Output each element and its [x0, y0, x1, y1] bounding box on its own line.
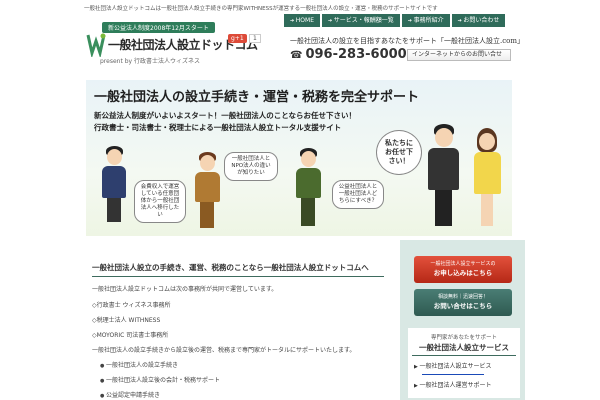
service-box: 専門家があなたをサポート 一般社団法人設立サービス 一般社団法人設立サービス 一… [408, 328, 520, 398]
nav-contact[interactable]: お問い合わせ [451, 14, 506, 27]
site-subtitle: present by 行政書士法人ウィズネス [100, 58, 200, 65]
office-2: ◇税理士法人 WITHNESS [92, 317, 161, 324]
person-man-3 [292, 148, 324, 236]
person-businessman [424, 124, 462, 236]
main-nav: HOME サービス・報酬額一覧 事務所紹介 お問い合わせ [284, 14, 506, 27]
person-woman [470, 128, 504, 236]
bubble-transition: 会費収入で運営している任意団体から一般社団法人へ移行したい [134, 180, 186, 223]
nav-services[interactable]: サービス・報酬額一覧 [321, 14, 400, 27]
content-description: 一般社団法人の設立手続きから設立後の運営、税務まで専門家がトータルにサポートいた… [92, 347, 356, 354]
content-title: 一般社団法人設立の手続き、運営、税務のことなら一般社団法人設立ドットコムへ [92, 262, 384, 277]
launch-badge: 新公益法人制度2008年12月スタート [102, 22, 215, 33]
list-item: 公益認定申請手続き [100, 390, 220, 400]
bubble-public: 公益社団法人と一般社団法人どちらにすべき？ [332, 180, 384, 209]
bubble-npo: 一般社団法人とNPO法人の違いが知りたい [224, 152, 278, 181]
main-content: 一般社団法人設立の手続き、運営、税務のことなら一般社団法人設立ドットコムへ 一般… [86, 248, 391, 400]
office-1: ◇行政書士 ウィズネス事務所 [92, 302, 171, 309]
bubble-leave-to-us: 私たちにお任せ下さい！ [376, 130, 422, 175]
list-item: 一般社団法人の設立手続き [100, 360, 220, 375]
content-intro: 一般社団法人設立ドットコムは次の事務所が共同で運営しています。 [92, 286, 278, 293]
hero-title: 一般社団法人の設立手続き・運営・税務を完全サポート [94, 90, 420, 105]
service-link-1[interactable]: 一般社団法人設立サービス [408, 356, 520, 370]
service-list: 一般社団法人の設立手続き 一般社団法人設立後の会計・税務サポート 公益認定申請手… [100, 360, 220, 400]
phone-number: ☎ 096-283-6000 [290, 47, 407, 62]
contact-button-label: お問い合せはこちら [433, 302, 493, 310]
person-man-1 [100, 146, 128, 236]
hero-banner: 一般社団法人の設立手続き・運営・税務を完全サポート 新公益法人制度がいよいよスタ… [86, 80, 512, 236]
sidebar: 一般社団法人設立サービスの お申し込みはこちら 相談無料｜迅速回答！ お問い合せ… [400, 240, 525, 400]
top-description-bar: 一般社団法人設立ドットコムは一般社団法人設立手続きの専門家WITHNESSが運営… [84, 6, 438, 12]
hero-lines: 新公益法人制度がいよいよスタート！一般社団法人のことならお任せ下さい！ 行政書士… [94, 110, 356, 134]
site-logo[interactable]: 新公益法人制度2008年12月スタート 一般社団法人設立ドットコム presen… [86, 22, 276, 68]
phone-icon: ☎ [290, 50, 303, 61]
apply-button-sub: 一般社団法人設立サービスの [430, 261, 496, 267]
nav-home[interactable]: HOME [284, 14, 320, 27]
hero-line-1: 新公益法人制度がいよいよスタート！一般社団法人のことならお任せ下さい！ [94, 111, 356, 120]
office-3: ◇MOYORIC 司法書士事務所 [92, 332, 169, 339]
apply-button[interactable]: 一般社団法人設立サービスの お申し込みはこちら [414, 256, 512, 283]
list-item: 一般社団法人設立後の会計・税務サポート [100, 375, 220, 390]
header-tagline: 一般社団法人の設立を目指すあなたをサポート「一般社団法人設立.com」 [290, 37, 524, 45]
w-logo-icon [86, 33, 106, 57]
google-plus-count: 1 [249, 34, 261, 43]
phone-digits: 096-283-6000 [305, 47, 407, 62]
nav-office[interactable]: 事務所紹介 [401, 14, 450, 27]
service-box-kicker: 専門家があなたをサポート [430, 335, 497, 341]
internet-inquiry-button[interactable]: インターネットからのお問い合せ [407, 49, 511, 61]
google-plus-button[interactable]: g+1 [228, 34, 247, 43]
hero-line-2: 行政書士・司法書士・税理士による一般社団法人設立トータル支援サイト [94, 123, 342, 132]
service-link-2[interactable]: 一般社団法人運営サポート [408, 375, 520, 389]
apply-button-label: お申し込みはこちら [433, 269, 493, 277]
contact-button-sub: 相談無料｜迅速回答！ [437, 294, 488, 300]
person-man-2 [192, 152, 222, 236]
contact-button[interactable]: 相談無料｜迅速回答！ お問い合せはこちら [414, 289, 512, 316]
service-box-title: 一般社団法人設立サービス [412, 342, 516, 356]
